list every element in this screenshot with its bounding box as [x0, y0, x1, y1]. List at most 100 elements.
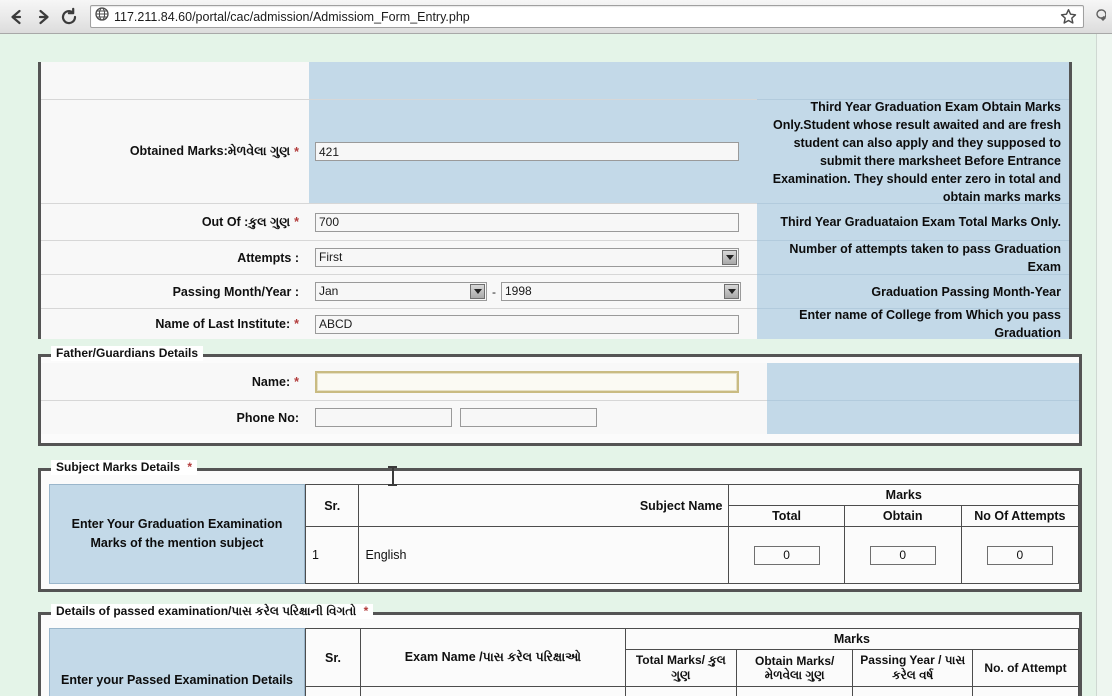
passed-examination-note: Enter your Passed Examination Details	[49, 628, 305, 696]
chevron-down-icon[interactable]	[470, 284, 485, 299]
page-viewport: Obtained Marks:મેળવેલા ગુણ * Third Year …	[0, 34, 1112, 696]
cell-no-of-attempt: 0	[972, 686, 1079, 696]
passing-year-value: 1998	[505, 284, 532, 298]
attempts-select[interactable]: First	[315, 248, 739, 267]
header-no-of-attempt: No. of Attempt	[972, 649, 1079, 687]
row-father-phone: Phone No:	[41, 401, 1079, 434]
father-guardians-legend: Father/Guardians Details	[51, 346, 204, 361]
passed-examination-legend: Details of passed examination/પાસ કરેલ પ…	[51, 604, 374, 619]
table-row: 1 English 0 0 0	[304, 526, 1080, 584]
help-last-institute: Enter name of College from Which you pas…	[757, 308, 1069, 340]
out-of-input[interactable]	[315, 212, 739, 232]
cell-total-marks: 0	[624, 686, 737, 696]
help-obtained-marks: Third Year Graduation Exam Obtain Marks …	[757, 100, 1069, 204]
header-passing-year: Passing Year / પાસ કરેલ વર્ષ	[852, 649, 974, 687]
label-last-institute: Name of Last Institute: *	[41, 309, 309, 339]
subject-marks-legend: Subject Marks Details *	[51, 460, 198, 475]
row-out-of: Out Of :કુલ ગુણ * Third Year Graduataion…	[41, 204, 1069, 241]
month-year-separator: -	[492, 284, 496, 299]
row-father-name: Name: *	[41, 363, 1079, 401]
subject-obtain-input[interactable]: 0	[869, 545, 936, 565]
passing-month-value: Jan	[319, 284, 339, 298]
label-obtained-marks-text: Obtained Marks:મેળવેલા ગુણ	[129, 144, 291, 158]
label-attempts-text: Attempts :	[237, 250, 299, 265]
header-subject-name: Subject Name	[358, 484, 730, 527]
field-out-of	[309, 204, 757, 241]
chevron-down-icon[interactable]	[722, 250, 737, 265]
header-marks: Marks	[728, 484, 1079, 506]
header-marks: Marks	[624, 628, 1080, 650]
cell-total: 0	[728, 526, 845, 584]
field-obtained-marks	[309, 100, 757, 204]
table-header-row: Sr. Exam Name /પાસ કરેલ પરિક્ષાઓ Marks	[304, 628, 1080, 687]
clipped-help	[757, 62, 1069, 100]
row-obtained-marks: Obtained Marks:મેળવેલા ગુણ * Third Year …	[41, 100, 1069, 204]
globe-icon	[95, 7, 109, 26]
required-marker: *	[294, 144, 299, 159]
row-attempts: Attempts : First Number of attempts take…	[41, 241, 1069, 275]
header-sr: Sr.	[304, 628, 362, 687]
header-obtain: Obtain	[843, 505, 962, 527]
page-scrollbar[interactable]	[1096, 34, 1112, 696]
subject-marks-note: Enter Your Graduation Examination Marks …	[49, 484, 305, 584]
back-arrow-icon[interactable]	[4, 4, 30, 30]
cell-obtain-marks: 0	[735, 686, 854, 696]
cell-sr: 1	[304, 686, 362, 696]
chevron-down-icon[interactable]	[724, 284, 739, 299]
father-phone-input-1[interactable]	[315, 408, 452, 427]
label-last-institute-text: Name of Last Institute:	[155, 317, 291, 331]
header-no-of-attempts: No Of Attempts	[960, 505, 1080, 527]
required-marker: *	[294, 374, 299, 389]
subject-marks-section: Subject Marks Details * Enter Your Gradu…	[38, 460, 1082, 592]
attempts-selected-value: First	[319, 250, 343, 264]
table-row	[41, 62, 1069, 100]
star-icon[interactable]	[1060, 8, 1079, 25]
label-passing-month-year: Passing Month/Year :	[41, 275, 309, 309]
label-attempts: Attempts :	[41, 241, 309, 275]
help-passing-month-year: Graduation Passing Month-Year	[757, 275, 1069, 309]
header-total: Total	[728, 505, 845, 527]
label-father-name: Name: *	[41, 363, 309, 401]
graduation-details-section: Obtained Marks:મેળવેલા ગુણ * Third Year …	[38, 62, 1072, 340]
address-bar[interactable]: 117.211.84.60/portal/cac/admission/Admis…	[90, 5, 1084, 28]
browser-toolbar: 117.211.84.60/portal/cac/admission/Admis…	[0, 0, 1112, 34]
field-father-name	[309, 363, 767, 401]
required-marker: *	[294, 317, 299, 331]
url-text: 117.211.84.60/portal/cac/admission/Admis…	[114, 9, 470, 24]
father-name-input[interactable]	[315, 370, 739, 393]
subject-total-input[interactable]: 0	[753, 545, 820, 565]
forward-arrow-icon[interactable]	[30, 4, 56, 30]
help-attempts: Number of attempts taken to pass Graduat…	[757, 241, 1069, 275]
table-header-row: Sr. Subject Name Marks	[304, 484, 1079, 527]
cell-attempts: 0	[960, 526, 1080, 584]
obtained-marks-input[interactable]	[315, 142, 739, 161]
header-total-marks: Total Marks/ કુલ ગુણ	[624, 649, 737, 687]
subject-attempts-input[interactable]: 0	[986, 545, 1053, 565]
father-phone-help-blank	[767, 401, 1079, 434]
father-name-help-blank	[767, 363, 1079, 401]
father-phone-input-2[interactable]	[460, 408, 597, 427]
passed-examination-section: Details of passed examination/પાસ કરેલ પ…	[38, 604, 1082, 696]
help-out-of: Third Year Graduataion Exam Total Marks …	[757, 204, 1069, 241]
passing-year-select[interactable]: 1998	[501, 282, 741, 301]
label-out-of-text: Out Of :કુલ ગુણ	[201, 214, 291, 229]
passing-month-select[interactable]: Jan	[315, 282, 487, 301]
row-last-institute: Name of Last Institute: * Enter name of …	[41, 308, 1069, 340]
field-last-institute	[309, 309, 757, 339]
father-guardians-section: Father/Guardians Details Name: * Phone N…	[38, 346, 1082, 446]
required-marker: *	[187, 460, 193, 474]
cell-exam-name: HSC	[360, 686, 626, 696]
required-marker: *	[294, 215, 299, 229]
wrench-menu-icon[interactable]	[1090, 8, 1108, 25]
cell-passing-year: 0	[852, 686, 974, 696]
subject-marks-legend-text: Subject Marks Details	[56, 460, 181, 474]
reload-icon[interactable]	[56, 4, 82, 30]
required-marker: *	[363, 604, 369, 618]
cell-subject-name: English	[358, 526, 730, 584]
header-obtain-marks: Obtain Marks/ મેળવેલા ગુણ	[735, 649, 854, 687]
last-institute-input[interactable]	[315, 314, 739, 334]
header-sr: Sr.	[304, 484, 360, 527]
label-father-phone-text: Phone No:	[236, 410, 300, 425]
clipped-label	[41, 62, 309, 100]
subject-marks-table: Sr. Subject Name Marks Total Obtain No O…	[304, 484, 1080, 584]
